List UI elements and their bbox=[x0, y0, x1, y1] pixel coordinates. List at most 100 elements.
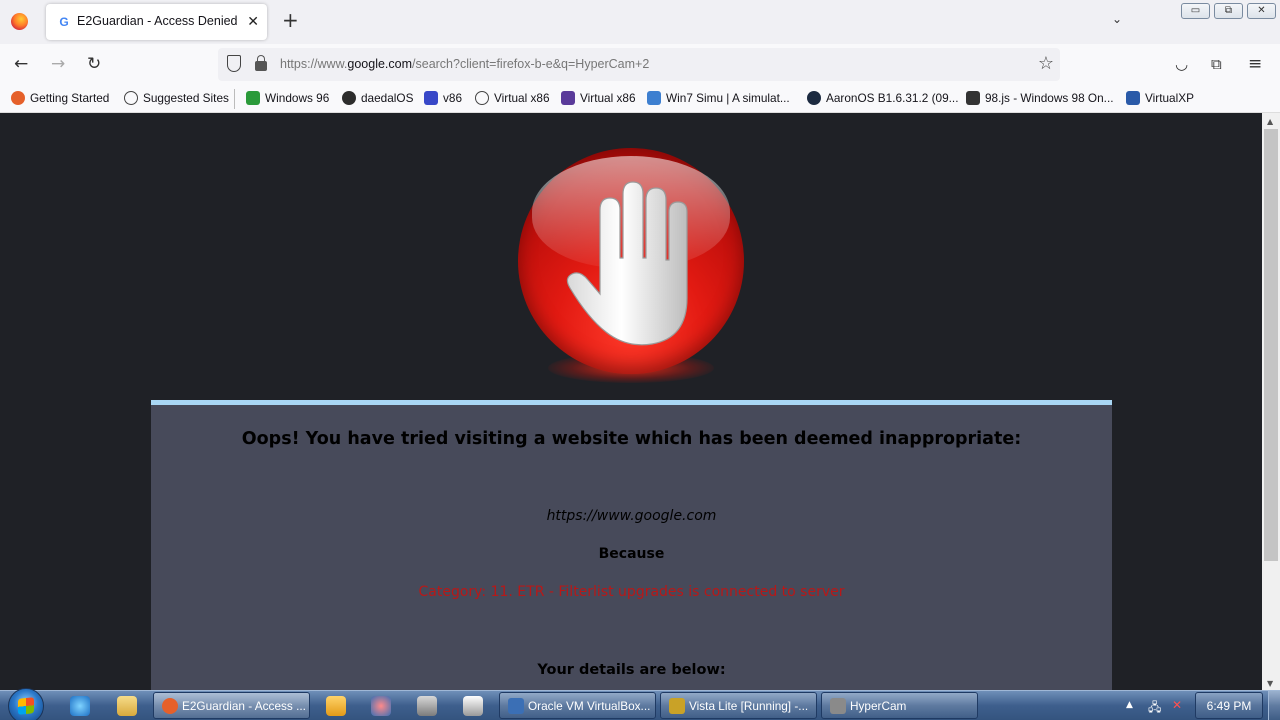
system-tray: ▲ 🖧 ✕ bbox=[1122, 691, 1192, 720]
folder-icon[interactable] bbox=[117, 696, 137, 716]
bookmark-label: daedalOS bbox=[361, 91, 414, 105]
maximize-button[interactable]: ⧉ bbox=[1214, 3, 1243, 19]
network-tray-icon[interactable]: 🖧 bbox=[1148, 698, 1161, 719]
scroll-down-icon[interactable]: ▼ bbox=[1267, 679, 1273, 688]
because-label: Because bbox=[598, 546, 665, 562]
blocked-url: https://www.google.com bbox=[546, 508, 717, 524]
taskbar-item-hypercam[interactable]: HyperCam bbox=[821, 692, 978, 719]
app-icon[interactable] bbox=[371, 696, 391, 716]
98js-icon bbox=[966, 91, 980, 105]
virtualx86-icon bbox=[561, 91, 575, 105]
bookmark-label: AaronOS B1.6.31.2 (09... bbox=[826, 91, 959, 105]
task-label: HyperCam bbox=[850, 699, 907, 713]
bookmark-v86[interactable]: v86 bbox=[424, 91, 462, 105]
clock[interactable]: 6:49 PM bbox=[1195, 692, 1263, 719]
extensions-icon[interactable]: ⧉ bbox=[1211, 54, 1222, 74]
forward-arrow-icon[interactable]: → bbox=[51, 54, 65, 74]
internet-explorer-icon[interactable] bbox=[70, 696, 90, 716]
bookmark-label: Virtual x86 bbox=[494, 91, 550, 105]
firefox-icon bbox=[162, 698, 178, 714]
chevron-down-icon[interactable]: ⌄ bbox=[1112, 12, 1122, 26]
block-reason: Category: 11. ETR - Filterlist upgrades … bbox=[418, 584, 845, 600]
close-icon[interactable]: ✕ bbox=[247, 13, 259, 30]
url-prefix: https://www. bbox=[280, 57, 348, 71]
bookmark-label: Windows 96 bbox=[265, 91, 330, 105]
back-arrow-icon[interactable]: ← bbox=[14, 54, 28, 74]
hand-icon bbox=[566, 181, 688, 346]
bookmark-win7-simu[interactable]: Win7 Simu | A simulat... bbox=[647, 91, 790, 105]
daedalos-icon bbox=[342, 91, 356, 105]
taskbar: E2Guardian - Access ... Oracle VM Virtua… bbox=[0, 688, 1280, 720]
tab-title: E2Guardian - Access Denied bbox=[77, 14, 238, 28]
lock-icon[interactable] bbox=[255, 55, 267, 71]
access-denied-panel: Oops! You have tried visiting a website … bbox=[151, 400, 1112, 690]
reload-icon[interactable]: ↻ bbox=[87, 54, 101, 74]
tray-expand-icon[interactable]: ▲ bbox=[1126, 700, 1133, 710]
globe-icon bbox=[475, 91, 489, 105]
globe-icon bbox=[124, 91, 138, 105]
details-heading: Your details are below: bbox=[537, 662, 726, 678]
page-content: Oops! You have tried visiting a website … bbox=[0, 113, 1262, 690]
shield-icon[interactable] bbox=[227, 55, 241, 72]
taskbar-item-vista-lite[interactable]: Vista Lite [Running] -... bbox=[660, 692, 817, 719]
bookmark-getting-started[interactable]: Getting Started bbox=[11, 91, 109, 105]
bookmark-label: Getting Started bbox=[30, 91, 110, 105]
firefox-icon bbox=[11, 91, 25, 105]
bookmark-suggested-sites[interactable]: Suggested Sites bbox=[124, 91, 229, 105]
aaronos-icon bbox=[807, 91, 821, 105]
media-player-icon[interactable] bbox=[326, 696, 346, 716]
bookmark-98js[interactable]: 98.js - Windows 98 On... bbox=[966, 91, 1114, 105]
page-title: Oops! You have tried visiting a website … bbox=[241, 429, 1022, 449]
taskbar-item-virtualbox[interactable]: Oracle VM VirtualBox... bbox=[499, 692, 656, 719]
task-label: Vista Lite [Running] -... bbox=[689, 699, 809, 713]
page-scrollbar[interactable]: ▲ ▼ bbox=[1262, 113, 1280, 690]
pocket-icon[interactable]: ◡ bbox=[1175, 54, 1188, 74]
show-desktop-button[interactable] bbox=[1268, 691, 1280, 720]
bookmark-windows-96[interactable]: Windows 96 bbox=[246, 91, 329, 105]
bookmark-label: v86 bbox=[443, 91, 463, 105]
taskbar-item-e2guardian[interactable]: E2Guardian - Access ... bbox=[153, 692, 310, 719]
hypercam-icon bbox=[830, 698, 846, 714]
scroll-thumb[interactable] bbox=[1264, 129, 1278, 561]
stop-hand-icon bbox=[518, 148, 744, 394]
menu-icon[interactable]: ≡ bbox=[1248, 54, 1262, 74]
firefox-icon[interactable] bbox=[11, 13, 28, 30]
bookmark-separator bbox=[234, 89, 235, 109]
start-button[interactable] bbox=[8, 688, 44, 720]
bookmark-aaronos[interactable]: AaronOS B1.6.31.2 (09... bbox=[807, 91, 958, 105]
network-icon[interactable] bbox=[417, 696, 437, 716]
task-label: E2Guardian - Access ... bbox=[182, 699, 306, 713]
bookmark-star-icon[interactable]: ☆ bbox=[1038, 53, 1054, 74]
url-text[interactable]: https://www.google.com/search?client=fir… bbox=[280, 57, 649, 71]
notepad-icon[interactable] bbox=[463, 696, 483, 716]
bookmark-daedalos[interactable]: daedalOS bbox=[342, 91, 413, 105]
bookmark-virtual-x86[interactable]: Virtual x86 bbox=[561, 91, 636, 105]
url-domain: google.com bbox=[347, 57, 413, 71]
close-window-button[interactable]: ✕ bbox=[1247, 3, 1276, 19]
volume-muted-icon[interactable]: ✕ bbox=[1172, 698, 1182, 712]
navigation-toolbar: ← → ↻ https://www.google.com/search?clie… bbox=[0, 44, 1280, 85]
address-bar[interactable]: https://www.google.com/search?client=fir… bbox=[218, 48, 1060, 81]
minimize-button[interactable]: ▭ bbox=[1181, 3, 1210, 19]
vm-window-icon bbox=[669, 698, 685, 714]
tab-e2guardian[interactable]: G E2Guardian - Access Denied ✕ bbox=[46, 4, 267, 40]
task-label: Oracle VM VirtualBox... bbox=[528, 699, 651, 713]
v86-icon bbox=[424, 91, 438, 105]
bookmarks-toolbar: Getting Started Suggested Sites Windows … bbox=[0, 85, 1280, 113]
tab-strip: G E2Guardian - Access Denied ✕ + ⌄ ▭ ⧉ ✕ bbox=[0, 0, 1280, 44]
scroll-up-icon[interactable]: ▲ bbox=[1267, 117, 1273, 126]
bookmark-label: VirtualXP bbox=[1145, 91, 1194, 105]
bookmark-label: 98.js - Windows 98 On... bbox=[985, 91, 1114, 105]
virtualxp-icon bbox=[1126, 91, 1140, 105]
windows96-icon bbox=[246, 91, 260, 105]
new-tab-button[interactable]: + bbox=[282, 10, 299, 30]
win7simu-icon bbox=[647, 91, 661, 105]
bookmark-virtual-x86-globe[interactable]: Virtual x86 bbox=[475, 91, 550, 105]
windows-logo-icon bbox=[18, 697, 34, 715]
bookmark-label: Win7 Simu | A simulat... bbox=[666, 91, 790, 105]
url-path: /search?client=firefox-b-e&q=HyperCam+2 bbox=[412, 57, 650, 71]
bookmark-label: Virtual x86 bbox=[580, 91, 636, 105]
bookmark-virtualxp[interactable]: VirtualXP bbox=[1126, 91, 1194, 105]
bookmark-label: Suggested Sites bbox=[143, 91, 229, 105]
google-icon: G bbox=[59, 15, 69, 29]
